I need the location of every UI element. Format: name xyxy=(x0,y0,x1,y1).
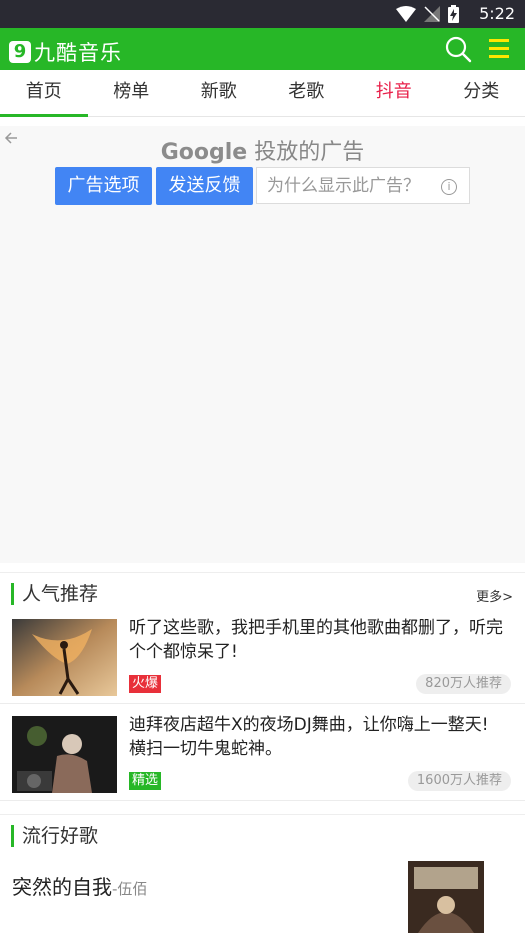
section-accent-bar xyxy=(11,583,14,605)
album-cover[interactable] xyxy=(408,861,484,933)
logo-badge: 9 xyxy=(9,41,31,63)
why-this-ad-button[interactable]: 为什么显示此广告？ i xyxy=(256,167,470,204)
why-this-ad-label: 为什么显示此广告？ xyxy=(267,176,420,196)
trending-section-header: 流行好歌 xyxy=(0,814,525,855)
ad-banner: Google 投放的广告 广告选项 发送反馈 为什么显示此广告？ i xyxy=(0,126,525,563)
section-title: 人气推荐 xyxy=(22,583,99,605)
item-title: 听了这些歌，我把手机里的其他歌曲都删了，听完个个都惊呆了! xyxy=(129,618,503,662)
clock: 5:22 xyxy=(479,4,515,23)
info-icon: i xyxy=(441,179,457,195)
google-wordmark: Google xyxy=(160,140,248,165)
ad-brand-text: 投放的广告 xyxy=(254,140,365,165)
featured-badge: 精选 xyxy=(129,772,162,790)
app-logo[interactable]: 9 九酷音乐 xyxy=(9,37,122,67)
list-item[interactable]: 听了这些歌，我把手机里的其他歌曲都删了，听完个个都惊呆了! 火爆 820万人推荐 xyxy=(0,607,525,704)
tab-home[interactable]: 首页 xyxy=(0,70,88,117)
ad-options-button[interactable]: 广告选项 xyxy=(55,167,152,205)
song-title[interactable]: 突然的自我-伍佰 xyxy=(12,871,147,900)
dj-thumbnail xyxy=(12,716,117,793)
recommend-count: 1600万人推荐 xyxy=(407,771,511,791)
battery-charging-icon xyxy=(448,5,459,27)
search-icon[interactable] xyxy=(444,35,472,63)
tab-douyin[interactable]: 抖音 xyxy=(350,70,438,116)
tab-categories[interactable]: 分类 xyxy=(438,70,525,116)
tab-new-songs[interactable]: 新歌 xyxy=(175,70,263,116)
ad-brand: Google 投放的广告 xyxy=(0,134,525,166)
section-title: 流行好歌 xyxy=(22,825,99,847)
song-name: 突然的自我 xyxy=(12,875,112,899)
section-accent-bar xyxy=(11,825,14,847)
menu-icon[interactable] xyxy=(487,37,513,61)
tab-old-songs[interactable]: 老歌 xyxy=(263,70,351,116)
tab-charts[interactable]: 榜单 xyxy=(88,70,176,116)
category-tabs: 首页 榜单 新歌 老歌 抖音 分类 xyxy=(0,70,525,117)
hot-badge: 火爆 xyxy=(129,675,162,693)
app-name: 九酷音乐 xyxy=(34,41,122,65)
list-item[interactable]: 迪拜夜店超牛X的夜场DJ舞曲，让你嗨上一整天! 横扫一切牛鬼蛇神。 精选 160… xyxy=(0,704,525,801)
item-title: 迪拜夜店超牛X的夜场DJ舞曲，让你嗨上一整天! 横扫一切牛鬼蛇神。 xyxy=(129,715,489,759)
recommend-count: 820万人推荐 xyxy=(416,674,511,694)
song-artist: -伍佰 xyxy=(112,880,148,898)
app-bar: 9 九酷音乐 xyxy=(0,28,525,70)
wifi-icon xyxy=(396,6,416,26)
more-link[interactable]: 更多> xyxy=(476,586,513,605)
dancer-thumbnail xyxy=(12,619,117,696)
send-feedback-button[interactable]: 发送反馈 xyxy=(156,167,253,205)
status-bar: 5:22 xyxy=(0,0,525,28)
no-signal-icon xyxy=(424,6,440,26)
